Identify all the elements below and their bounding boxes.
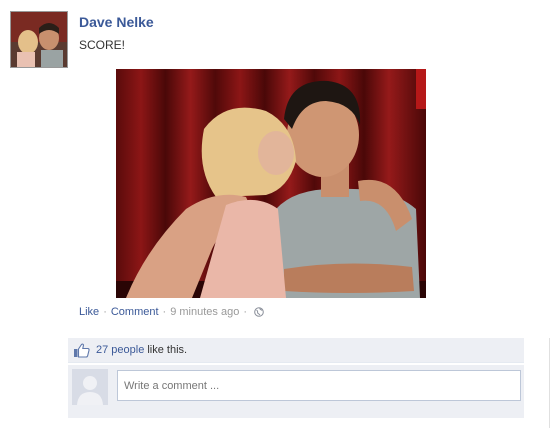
- post-photo[interactable]: [116, 69, 426, 298]
- like-link[interactable]: Like: [79, 306, 99, 318]
- separator: ·: [162, 306, 167, 318]
- timestamp-link[interactable]: 9 minutes ago: [170, 306, 239, 318]
- viewer-avatar: [72, 369, 108, 405]
- status-text: SCORE!: [79, 38, 126, 52]
- thumbs-up-icon: [73, 343, 90, 358]
- separator: ·: [243, 306, 247, 318]
- comment-link[interactable]: Comment: [111, 306, 159, 318]
- likes-suffix: like this.: [147, 344, 188, 356]
- comment-input[interactable]: Write a comment ...: [117, 370, 521, 401]
- author-avatar[interactable]: [10, 11, 68, 68]
- post-actions: Like · Comment · 9 minutes ago ·: [79, 306, 264, 318]
- feedback-box: 27 people like this. Write a comment ...: [68, 338, 524, 418]
- comment-composer: Write a comment ...: [68, 365, 524, 418]
- separator: ·: [103, 306, 107, 318]
- likers-link[interactable]: 27 people: [96, 344, 144, 356]
- author-name-link[interactable]: Dave Nelke: [79, 14, 154, 30]
- globe-icon[interactable]: [254, 307, 264, 317]
- likes-row: 27 people like this.: [68, 338, 524, 363]
